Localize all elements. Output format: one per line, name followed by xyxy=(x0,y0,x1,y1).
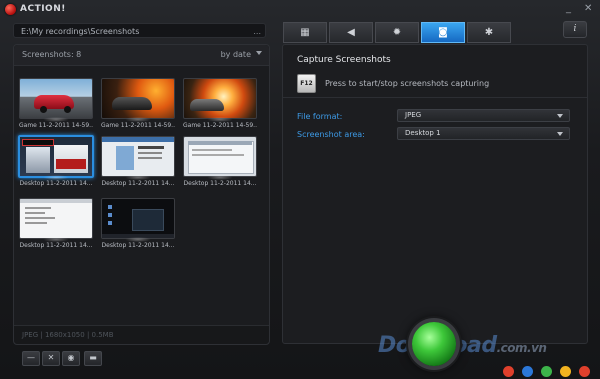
info-button[interactable]: i xyxy=(563,21,587,38)
thumbnail-image xyxy=(101,198,175,239)
sort-dropdown[interactable]: by date xyxy=(221,50,251,59)
chevron-down-icon xyxy=(557,132,563,136)
thumbnail-item[interactable]: Desktop 11-2-2011 14... xyxy=(19,198,93,250)
title-bar: ACTION! _ ✕ xyxy=(0,0,600,20)
thumbnail-item-selected[interactable]: Desktop 11-2-2011 14... xyxy=(18,135,94,188)
thumbnail-caption: Desktop 11-2-2011 14... xyxy=(101,180,175,187)
thumbnail-caption: Desktop 11-2-2011 14... xyxy=(19,180,93,187)
capture-title: Capture Screenshots xyxy=(297,55,391,65)
thumbnail-caption: Desktop 11-2-2011 14... xyxy=(19,242,93,249)
view-button[interactable]: ◉ xyxy=(62,351,80,366)
app-title: ACTION! xyxy=(20,4,66,14)
screenshot-tab[interactable]: ◙ xyxy=(421,22,465,43)
audio-tab[interactable]: ◀ xyxy=(329,22,373,43)
close-button[interactable]: ✕ xyxy=(584,3,592,15)
thumbnail-image xyxy=(19,198,93,239)
chevron-down-icon[interactable] xyxy=(256,51,262,55)
thumbnail-image xyxy=(19,78,93,119)
app-logo-icon xyxy=(5,4,16,15)
delete-button[interactable]: ✕ xyxy=(42,351,60,366)
thumbnail-caption: Game 11-2-2011 14-59... xyxy=(101,122,175,129)
recordings-path-field[interactable]: E:\My recordings\Screenshots ... xyxy=(13,23,266,38)
screenshot-area-value: Desktop 1 xyxy=(405,129,441,137)
thumbnail-image xyxy=(18,135,94,178)
record-button[interactable] xyxy=(412,322,456,366)
thumbnail-caption: Game 11-2-2011 14-59... xyxy=(183,122,257,129)
thumbnail-caption: Game 11-2-2011 14-59... xyxy=(19,122,93,129)
watermark: Download.com.vn xyxy=(378,333,547,358)
decor-dot-icon xyxy=(503,366,514,377)
minus-button[interactable]: — xyxy=(22,351,40,366)
thumbnail-image xyxy=(183,78,257,119)
settings-tab[interactable]: ✱ xyxy=(467,22,511,43)
screenshots-header: Screenshots: 8 by date xyxy=(14,45,269,66)
decor-dot-icon xyxy=(541,366,552,377)
hotkey-hint: Press to start/stop screenshots capturin… xyxy=(325,79,490,88)
screenshots-count: Screenshots: 8 xyxy=(22,50,82,59)
thumbnail-item[interactable]: Game 11-2-2011 14-59... xyxy=(19,78,93,130)
file-format-value: JPEG xyxy=(405,111,422,119)
decor-dot-icon xyxy=(579,366,590,377)
file-format-label: File format: xyxy=(297,112,343,121)
thumbnail-item[interactable]: Game 11-2-2011 14-59... xyxy=(183,78,257,130)
screenshots-panel: Screenshots: 8 by date Game 11-2-2011 14… xyxy=(13,44,270,345)
capture-panel: Capture Screenshots F12 Press to start/s… xyxy=(282,44,588,344)
open-folder-button[interactable]: ▬ xyxy=(84,351,102,366)
thumbnail-image xyxy=(183,136,257,177)
thumbnail-item[interactable]: Desktop 11-2-2011 14... xyxy=(101,136,175,188)
webcam-tab[interactable]: ✹ xyxy=(375,22,419,43)
screenshot-info-bar: JPEG | 1680x1050 | 0.5MB xyxy=(14,325,269,344)
recordings-path: E:\My recordings\Screenshots xyxy=(21,27,140,36)
mode-tabs: ▦ ◀ ✹ ◙ ✱ xyxy=(283,22,515,44)
screenshot-area-select[interactable]: Desktop 1 xyxy=(397,127,570,140)
thumbnail-image xyxy=(101,78,175,119)
thumbnail-item[interactable]: Desktop 11-2-2011 14... xyxy=(101,198,175,250)
thumbnail-item[interactable]: Game 11-2-2011 14-59... xyxy=(101,78,175,130)
minimize-button[interactable]: _ xyxy=(566,3,571,15)
video-tab[interactable]: ▦ xyxy=(283,22,327,43)
chevron-down-icon xyxy=(557,114,563,118)
browse-button[interactable]: ... xyxy=(253,24,261,39)
file-format-select[interactable]: JPEG xyxy=(397,109,570,122)
thumbnail-caption: Desktop 11-2-2011 14... xyxy=(101,242,175,249)
screenshot-info: JPEG | 1680x1050 | 0.5MB xyxy=(22,331,114,339)
thumbnail-caption: Desktop 11-2-2011 14... xyxy=(183,180,257,187)
watermark-suffix: .com.vn xyxy=(496,341,547,355)
divider xyxy=(283,97,587,98)
hotkey-button[interactable]: F12 xyxy=(297,74,316,93)
thumbnail-image xyxy=(101,136,175,177)
decor-dot-icon xyxy=(522,366,533,377)
thumbnail-item[interactable]: Desktop 11-2-2011 14... xyxy=(183,136,257,188)
screenshot-area-label: Screenshot area: xyxy=(297,130,365,139)
decor-dot-icon xyxy=(560,366,571,377)
app-window: ACTION! _ ✕ E:\My recordings\Screenshots… xyxy=(0,0,600,379)
